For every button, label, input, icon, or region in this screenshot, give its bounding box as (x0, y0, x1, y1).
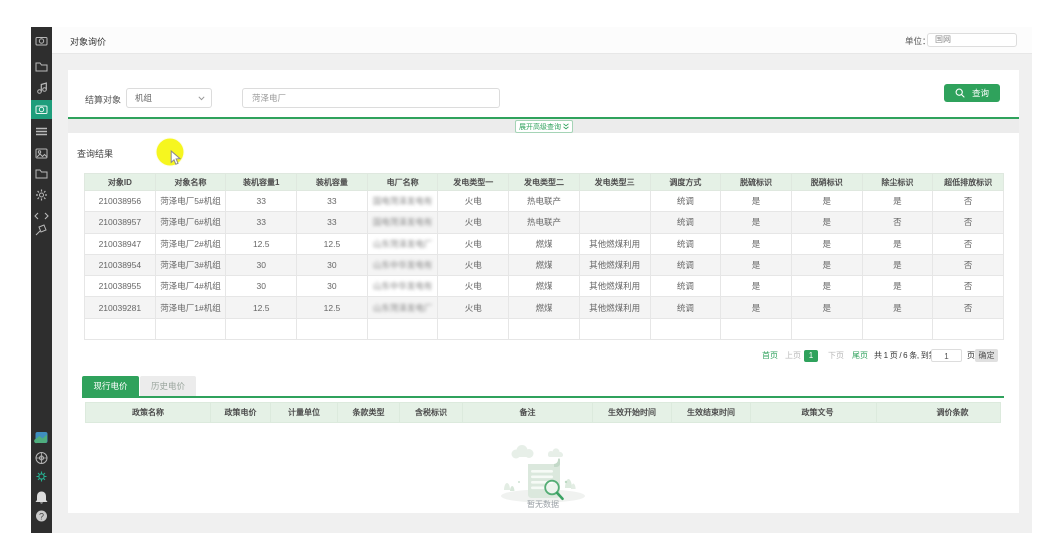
svg-text:?: ? (39, 512, 44, 522)
